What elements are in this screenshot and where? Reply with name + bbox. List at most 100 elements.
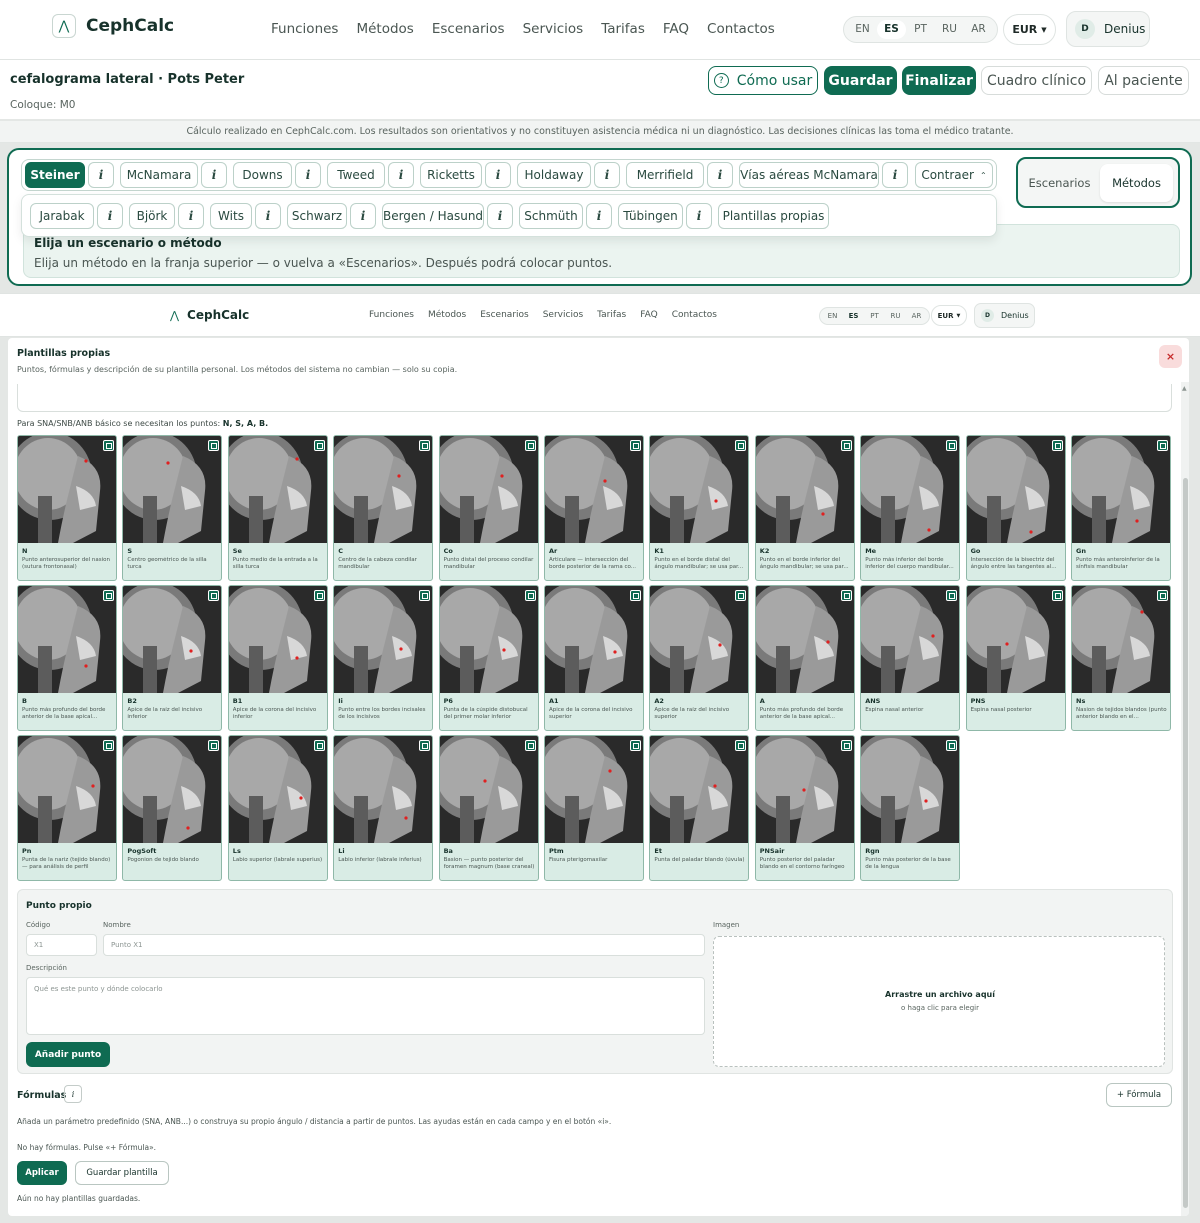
point-card-rgn[interactable]: Rgn Punto más posterior de la base de la … (860, 735, 961, 881)
info-steiner[interactable]: i (88, 162, 114, 188)
point-card-se[interactable]: Se Punto medio de la entrada a la silla t… (227, 435, 328, 581)
logo[interactable]: ⋀ CephCalc (52, 14, 174, 38)
collapse-button[interactable]: Contraer ⌃ (915, 162, 993, 188)
lang-es[interactable]: ES (877, 20, 906, 39)
add-formula-button[interactable]: + Fórmula (1106, 1083, 1172, 1107)
checkbox-checked-icon[interactable] (313, 740, 325, 751)
point-card-ii[interactable]: Ii Punto entre los bordes incisales de lo… (333, 585, 434, 731)
lang-pt[interactable]: PT (906, 20, 935, 39)
nav-small-tarifas[interactable]: Tarifas (597, 310, 626, 320)
point-card-p6[interactable]: P6 Punta de la cúspide distobucal del pri… (438, 585, 539, 731)
checkbox-checked-icon[interactable] (630, 590, 641, 601)
tab-merrifield[interactable]: Merrifield (626, 162, 704, 188)
tab-bergen-hasund[interactable]: Bergen / Hasund (382, 202, 484, 229)
point-card-k2[interactable]: K2 Punto en el borde inferior del ángulo … (754, 435, 855, 581)
checkbox-checked-icon[interactable] (313, 590, 325, 601)
close-icon[interactable]: × (1159, 345, 1182, 368)
code-input[interactable]: X1 (26, 934, 97, 956)
point-card-ba[interactable]: Ba Basion — punto posterior del foramen m… (438, 735, 539, 881)
checkbox-checked-icon[interactable] (840, 440, 852, 451)
checkbox-checked-icon[interactable] (208, 740, 220, 751)
checkbox-checked-icon[interactable] (630, 440, 641, 451)
checkbox-checked-icon[interactable] (103, 740, 114, 751)
checkbox-checked-icon[interactable] (419, 590, 431, 601)
switch-scenarios[interactable]: Escenarios (1023, 164, 1096, 202)
tab-wits[interactable]: Wits (210, 202, 252, 229)
checkbox-checked-icon[interactable] (419, 740, 431, 751)
nav-escenarios[interactable]: Escenarios (432, 21, 505, 37)
point-card-me[interactable]: Me Punto más inferior del borde inferior … (860, 435, 961, 581)
apply-button[interactable]: Aplicar (17, 1161, 67, 1185)
point-card-pns[interactable]: PNS Espina nasal posterior (965, 585, 1066, 731)
checkbox-checked-icon[interactable] (524, 440, 536, 451)
finish-button[interactable]: Finalizar (902, 66, 976, 95)
save-template-button[interactable]: Guardar plantilla (75, 1161, 169, 1185)
checkbox-checked-icon[interactable] (524, 590, 536, 601)
checkbox-checked-icon[interactable] (840, 740, 852, 751)
to-patient-button[interactable]: Al paciente (1098, 66, 1189, 95)
user-menu-small[interactable]: D Denius (974, 303, 1035, 328)
point-card-ls[interactable]: Ls Labio superior (labrale superius) (227, 735, 328, 881)
tab-ricketts[interactable]: Ricketts (420, 162, 482, 188)
nav-small-contactos[interactable]: Contactos (672, 310, 717, 320)
info-schmuth[interactable]: i (586, 202, 612, 229)
checkbox-checked-icon[interactable] (630, 740, 641, 751)
checkbox-checked-icon[interactable] (103, 590, 114, 601)
nav-tarifas[interactable]: Tarifas (601, 21, 645, 37)
point-card-n[interactable]: N Punto anterosuperior del nasion (sutura… (17, 435, 117, 581)
scrollbar-thumb[interactable] (1183, 478, 1188, 1208)
lang-ru[interactable]: RU (935, 20, 964, 39)
checkbox-checked-icon[interactable] (1157, 590, 1168, 601)
checkbox-checked-icon[interactable] (103, 440, 114, 451)
lang-small-ar[interactable]: AR (906, 312, 927, 320)
point-card-ar[interactable]: Ar Articulare — intersección del borde po… (544, 435, 644, 581)
tab-jarabak[interactable]: Jarabak (30, 202, 94, 229)
checkbox-checked-icon[interactable] (1051, 440, 1063, 451)
save-button[interactable]: Guardar (824, 66, 897, 95)
point-card-pn[interactable]: Pn Punta de la nariz (tejido blando) — pa… (17, 735, 117, 881)
point-card-k1[interactable]: K1 Punto en el borde distal del ángulo ma… (649, 435, 750, 581)
nav-small-servicios[interactable]: Servicios (543, 310, 583, 320)
tab-tubingen[interactable]: Tübingen (618, 202, 683, 229)
nav-small-escenarios[interactable]: Escenarios (480, 310, 528, 320)
checkbox-checked-icon[interactable] (946, 440, 958, 451)
nav-funciones[interactable]: Funciones (271, 21, 338, 37)
currency-select-small[interactable]: EUR ▼ (931, 305, 967, 326)
info-tweed[interactable]: i (388, 162, 414, 188)
point-card-a2[interactable]: A2 Ápice de la raíz del incisivo superior (649, 585, 750, 731)
point-card-b2[interactable]: B2 Ápice de la raíz del incisivo inferior (122, 585, 223, 731)
point-card-a1[interactable]: A1 Ápice de la corona del incisivo superi… (544, 585, 644, 731)
nav-small-metodos[interactable]: Métodos (428, 310, 466, 320)
lang-small-ru[interactable]: RU (885, 312, 906, 320)
info-tubingen[interactable]: i (686, 202, 712, 229)
lang-small-es[interactable]: ES (843, 312, 864, 320)
checkbox-checked-icon[interactable] (735, 740, 747, 751)
checkbox-checked-icon[interactable] (735, 590, 747, 601)
name-input[interactable]: Punto X1 (103, 934, 705, 956)
checkbox-checked-icon[interactable] (208, 440, 220, 451)
tab-schwarz[interactable]: Schwarz (287, 202, 347, 229)
switch-methods[interactable]: Métodos (1100, 163, 1173, 202)
info-bjork[interactable]: i (178, 202, 204, 229)
lang-en[interactable]: EN (848, 20, 877, 39)
tab-airway-mcnamara[interactable]: Vías aéreas McNamara (739, 162, 879, 188)
info-wits[interactable]: i (255, 202, 281, 229)
point-card-b[interactable]: B Punto más profundo del borde anterior d… (17, 585, 117, 731)
checkbox-checked-icon[interactable] (524, 740, 536, 751)
lang-small-pt[interactable]: PT (864, 312, 885, 320)
logo-small[interactable]: ⋀ CephCalc (170, 308, 249, 322)
nav-small-funciones[interactable]: Funciones (369, 310, 414, 320)
point-card-li[interactable]: Li Labio inferior (labrale inferius) (333, 735, 434, 881)
checkbox-checked-icon[interactable] (735, 440, 747, 451)
image-dropzone[interactable]: Arrastre un archivo aquí o haga clic par… (713, 936, 1165, 1067)
info-mcnamara[interactable]: i (201, 162, 227, 188)
lang-ar[interactable]: AR (964, 20, 993, 39)
info-jarabak[interactable]: i (97, 202, 123, 229)
info-merrifield[interactable]: i (707, 162, 733, 188)
tab-own-templates[interactable]: Plantillas propias (718, 202, 829, 229)
checkbox-checked-icon[interactable] (946, 740, 958, 751)
point-card-ptm[interactable]: Ptm Fisura pterigomaxilar (544, 735, 644, 881)
nav-servicios[interactable]: Servicios (523, 21, 584, 37)
tab-holdaway[interactable]: Holdaway (517, 162, 591, 188)
info-holdaway[interactable]: i (594, 162, 620, 188)
